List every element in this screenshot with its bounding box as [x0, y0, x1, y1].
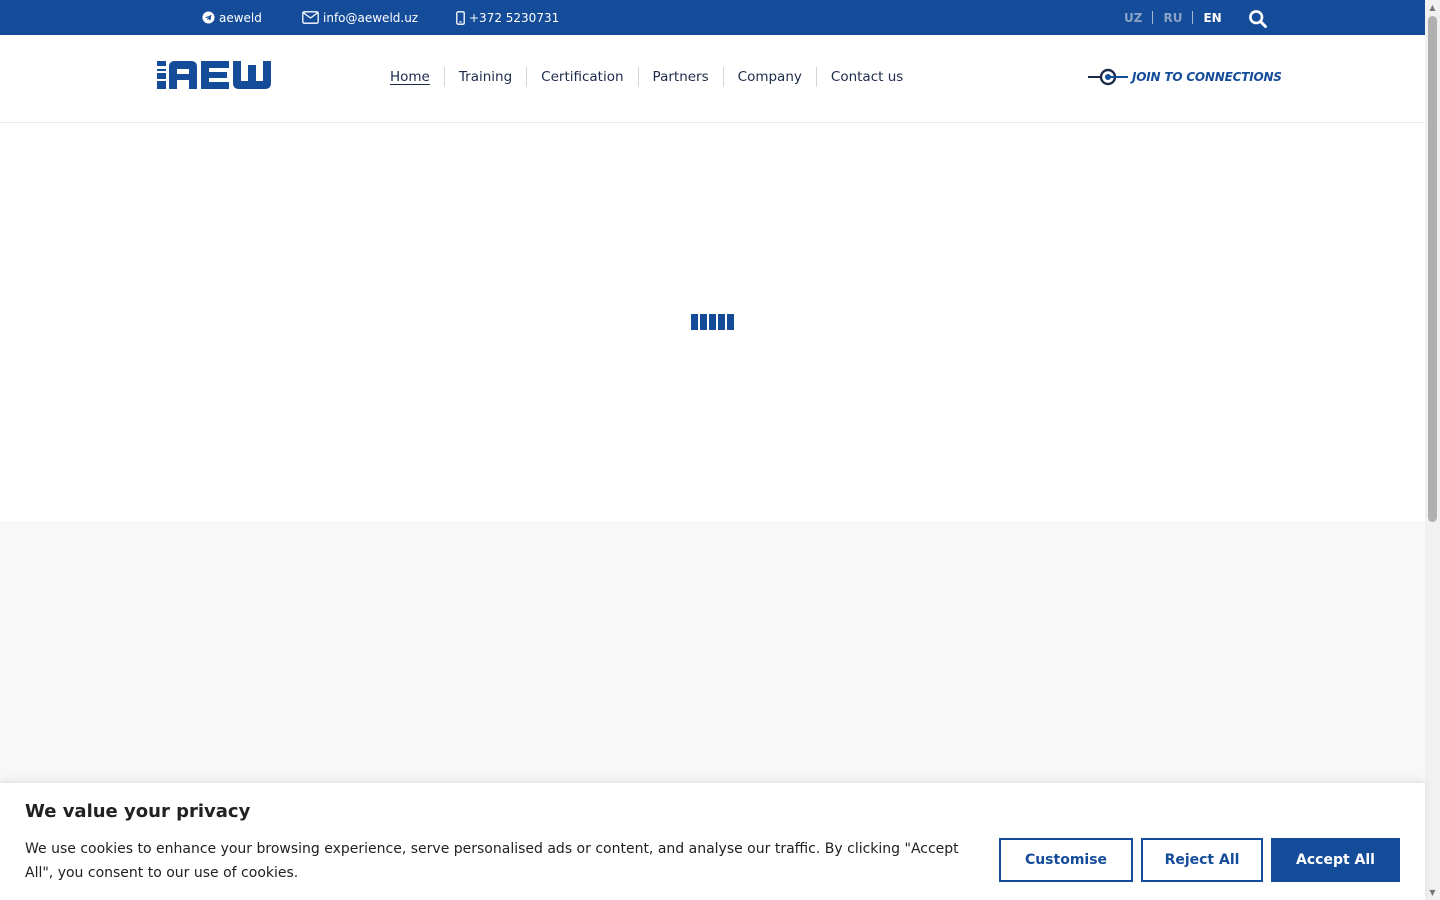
cookie-consent-banner: We value your privacy We use cookies to … — [0, 782, 1425, 900]
cookie-text: We use cookies to enhance your browsing … — [25, 841, 959, 881]
loader-bar — [718, 314, 725, 330]
nav-home[interactable]: Home — [376, 69, 444, 85]
language-switcher: UZ RU EN — [1114, 0, 1232, 35]
telegram-link[interactable]: aeweld — [202, 0, 262, 35]
join-label: JOIN TO CONNECTIONS — [1132, 70, 1282, 84]
nav-company[interactable]: Company — [724, 69, 816, 85]
telegram-label: aeweld — [219, 10, 262, 25]
reject-all-button[interactable]: Reject All — [1141, 838, 1263, 882]
cookie-title: We value your privacy — [25, 801, 251, 822]
connection-plug-icon — [1088, 68, 1128, 86]
main-nav: Home Training Certification Partners Com… — [376, 67, 917, 87]
email-label: info@aeweld.uz — [323, 10, 419, 25]
loader-bar — [709, 314, 716, 330]
main-content — [0, 123, 1425, 521]
scroll-up-arrow-icon[interactable]: ▲ — [1425, 0, 1440, 15]
lang-ru[interactable]: RU — [1153, 11, 1192, 25]
accept-all-button[interactable]: Accept All — [1271, 838, 1400, 882]
site-header: Home Training Certification Partners Com… — [0, 35, 1425, 123]
phone-icon — [456, 10, 465, 25]
loader-bar — [727, 314, 734, 330]
logo[interactable] — [157, 61, 275, 89]
nav-partners[interactable]: Partners — [639, 69, 723, 85]
scroll-down-arrow-icon[interactable]: ▼ — [1425, 885, 1440, 900]
lang-en[interactable]: EN — [1193, 11, 1231, 25]
loading-bars-icon — [691, 314, 734, 330]
page-scrollbar[interactable]: ▲ ▼ — [1425, 0, 1440, 900]
nav-contact-us[interactable]: Contact us — [817, 69, 917, 85]
telegram-icon — [202, 11, 215, 24]
top-bar: aeweld info@aeweld.uz +372 5230731 UZ RU… — [0, 0, 1425, 35]
phone-link[interactable]: +372 5230731 — [456, 0, 559, 35]
nav-certification[interactable]: Certification — [527, 69, 637, 85]
customise-button[interactable]: Customise — [999, 838, 1133, 882]
email-link[interactable]: info@aeweld.uz — [302, 0, 418, 35]
nav-training[interactable]: Training — [445, 69, 526, 85]
join-to-connections-link[interactable]: JOIN TO CONNECTIONS — [1088, 67, 1282, 87]
loader-bar — [700, 314, 707, 330]
search-icon[interactable] — [1248, 9, 1268, 29]
phone-label: +372 5230731 — [469, 10, 560, 25]
mail-icon — [302, 11, 319, 24]
lang-uz[interactable]: UZ — [1114, 11, 1152, 25]
scroll-thumb[interactable] — [1428, 16, 1437, 522]
loader-bar — [691, 314, 698, 330]
